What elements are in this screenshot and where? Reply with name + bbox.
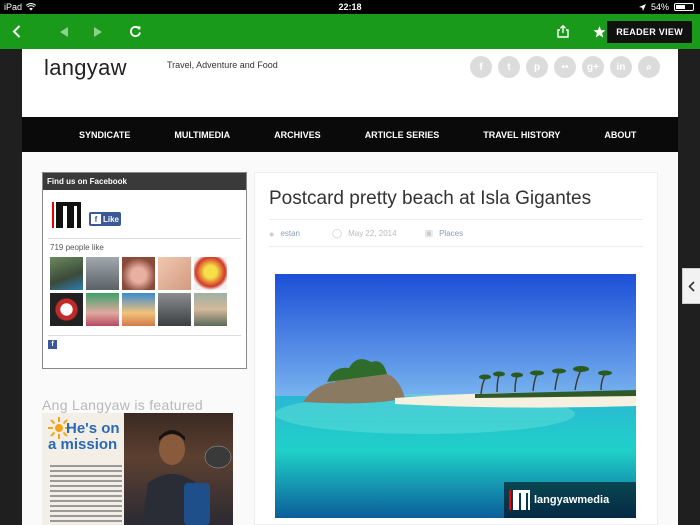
fan-avatar[interactable] — [194, 293, 227, 326]
post-image[interactable]: langyawmedia — [275, 274, 636, 518]
magazine-title-line2: a mission — [48, 436, 118, 453]
watermark: langyawmedia — [504, 482, 636, 518]
facebook-widget: Find us on Facebook f Like 719 people li… — [42, 172, 247, 369]
nav-item-syndicate[interactable]: SYNDICATE — [79, 130, 130, 140]
post-title[interactable]: Postcard pretty beach at Isla Gigantes — [269, 188, 591, 210]
user-icon: ● — [269, 228, 275, 239]
article-card: Postcard pretty beach at Isla Gigantes ●… — [254, 172, 658, 525]
web-page: langyaw Travel, Adventure and Food f t p… — [22, 49, 678, 525]
fan-avatar[interactable] — [50, 293, 83, 326]
person-photo — [142, 430, 232, 525]
facebook-like-count: 719 people like — [50, 243, 104, 252]
pinterest-icon[interactable]: p — [526, 56, 548, 78]
site-tagline: Travel, Adventure and Food — [167, 60, 278, 70]
post-author[interactable]: estan — [280, 229, 300, 238]
fan-avatar[interactable] — [86, 293, 119, 326]
folder-icon: ▣ — [424, 228, 434, 238]
post-date: May 22, 2014 — [348, 229, 397, 238]
triangle-left-icon — [60, 26, 68, 37]
linkedin-icon[interactable]: in — [610, 56, 632, 78]
nav-item-article-series[interactable]: ARTICLE SERIES — [365, 130, 440, 140]
like-label: Like — [103, 214, 120, 224]
facebook-fan-grid — [50, 257, 227, 326]
status-bar: iPad 22:18 54% — [0, 0, 700, 14]
fan-avatar[interactable] — [158, 257, 191, 290]
fan-avatar[interactable] — [50, 257, 83, 290]
reader-view-button[interactable]: READER VIEW — [607, 21, 692, 43]
divider — [269, 246, 643, 247]
nav-item-travel-history[interactable]: TRAVEL HISTORY — [483, 130, 560, 140]
facebook-icon: f — [91, 214, 101, 224]
site-logo[interactable]: langyaw — [44, 55, 127, 81]
fan-avatar[interactable] — [122, 257, 155, 290]
langyaw-page-logo[interactable] — [50, 200, 84, 230]
side-panel-toggle[interactable] — [682, 268, 700, 304]
facebook-widget-title: Find us on Facebook — [43, 173, 246, 190]
clock-icon: ◯ — [332, 228, 343, 238]
facebook-icon[interactable]: f — [48, 340, 57, 349]
divider — [48, 238, 241, 239]
chevron-left-icon — [688, 280, 695, 292]
post-meta: ● estan ◯ May 22, 2014 ▣ Places — [269, 228, 463, 239]
magazine-title-line1: He's on — [66, 420, 120, 437]
divider — [269, 219, 643, 220]
facebook-icon[interactable]: f — [470, 56, 492, 78]
fan-avatar[interactable] — [158, 293, 191, 326]
triangle-right-icon — [94, 26, 102, 37]
magazine-feature-image[interactable]: He's on a mission — [42, 413, 233, 525]
chevron-left-icon — [12, 25, 20, 38]
googleplus-icon[interactable]: g+ — [582, 56, 604, 78]
next-button[interactable] — [88, 14, 108, 49]
social-icons: f t p •• g+ in ⌕ — [470, 56, 660, 78]
browser-toolbar: READER VIEW — [0, 14, 700, 49]
prev-button[interactable] — [54, 14, 74, 49]
main-nav: SYNDICATE MULTIMEDIA ARCHIVES ARTICLE SE… — [22, 117, 678, 152]
battery-icon — [674, 3, 694, 11]
reload-icon — [129, 26, 141, 37]
battery-percent: 54% — [650, 2, 669, 12]
share-button[interactable] — [552, 14, 574, 49]
back-button[interactable] — [4, 14, 28, 49]
nav-item-multimedia[interactable]: MULTIMEDIA — [174, 130, 230, 140]
fan-avatar[interactable] — [86, 257, 119, 290]
magazine-photo — [124, 413, 233, 525]
reload-button[interactable] — [124, 14, 146, 49]
location-arrow-icon — [638, 3, 646, 11]
langyaw-media-logo — [509, 490, 530, 510]
nav-item-about[interactable]: ABOUT — [604, 130, 636, 140]
share-icon — [557, 25, 569, 38]
nav-item-archives[interactable]: ARCHIVES — [274, 130, 321, 140]
featured-section-title: Ang Langyaw is featured — [42, 397, 204, 413]
fan-avatar[interactable] — [122, 293, 155, 326]
watermark-text: langyawmedia — [534, 494, 610, 506]
search-icon[interactable]: ⌕ — [638, 56, 660, 78]
page-content: Find us on Facebook f Like 719 people li… — [22, 152, 678, 525]
status-time: 22:18 — [338, 2, 362, 12]
fan-avatar[interactable] — [194, 257, 227, 290]
facebook-like-button[interactable]: f Like — [89, 212, 121, 226]
flickr-icon[interactable]: •• — [554, 56, 576, 78]
twitter-icon[interactable]: t — [498, 56, 520, 78]
star-icon — [593, 25, 605, 37]
magazine-body-text — [50, 465, 122, 525]
post-category[interactable]: Places — [439, 229, 463, 238]
facebook-widget-footer: f — [48, 335, 241, 349]
